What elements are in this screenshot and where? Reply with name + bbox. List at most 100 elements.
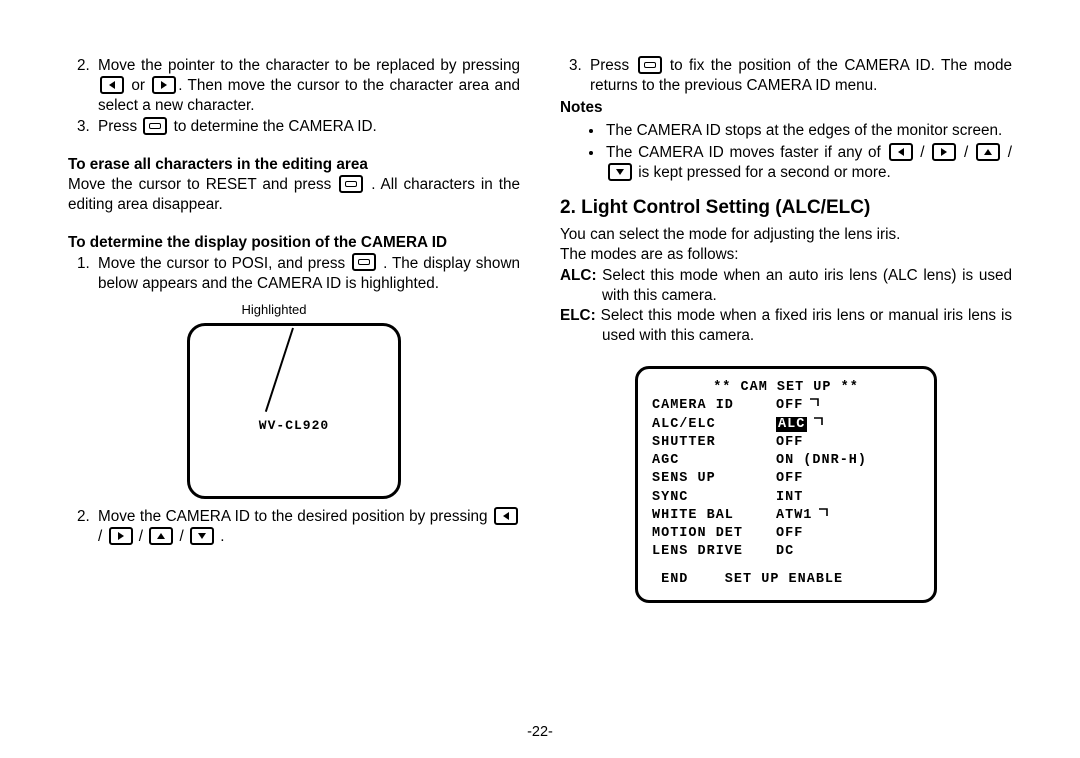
set-button-icon [638, 56, 662, 74]
right-arrow-icon [932, 143, 956, 161]
left-arrow-icon [494, 507, 518, 525]
set-button-icon [143, 117, 167, 135]
posi-item-1: Move the cursor to POSI, and press . The… [94, 254, 520, 294]
alc-definition: ALC: Select this mode when an auto iris … [560, 266, 1012, 306]
setup-row-label: SHUTTER [652, 434, 776, 452]
notes-list: The CAMERA ID stops at the edges of the … [560, 121, 1012, 184]
setup-row: WHITE BALATW1 [652, 507, 920, 525]
monitor-outline-icon: WV-CL920 [187, 323, 401, 499]
submenu-hook-icon [809, 397, 821, 415]
setup-row-label: SENS UP [652, 470, 776, 488]
text: Move the cursor to RESET and press [68, 176, 337, 193]
right-arrow-icon [152, 76, 176, 94]
set-button-icon [352, 253, 376, 271]
setup-row-value: INT [776, 489, 803, 507]
setup-row-value: ALC [776, 416, 825, 434]
setup-row: AGCON (DNR-H) [652, 452, 920, 470]
left-column: Move the pointer to the character to be … [68, 56, 520, 603]
note-1: The CAMERA ID stops at the edges of the … [604, 121, 1012, 141]
setup-row: LENS DRIVEDC [652, 543, 920, 561]
posi-figure: Highlighted WV-CL920 [68, 302, 520, 499]
setup-row: SHUTTEROFF [652, 434, 920, 452]
elc-definition: ELC: Select this mode when a fixed iris … [560, 306, 1012, 346]
up-arrow-icon [976, 143, 1000, 161]
elc-label: ELC: [560, 307, 596, 324]
two-column-layout: Move the pointer to the character to be … [68, 56, 1012, 603]
setup-row-value: OFF [776, 434, 803, 452]
note-2: The CAMERA ID moves faster if any of / /… [604, 143, 1012, 183]
text: The CAMERA ID moves faster if any of [606, 144, 887, 161]
notes-heading: Notes [560, 98, 1012, 118]
left-arrow-icon [889, 143, 913, 161]
setup-row-value: ATW1 [776, 507, 830, 525]
setup-row: SENS UPOFF [652, 470, 920, 488]
monitor-label: WV-CL920 [259, 418, 329, 433]
slash: / [958, 144, 974, 161]
right-item-3: Press to fix the position of the CAMERA … [586, 56, 1012, 96]
left-item-3: Press to determine the CAMERA ID. [94, 117, 520, 137]
up-arrow-icon [149, 527, 173, 545]
posi-heading: To determine the display position of the… [68, 233, 520, 253]
setup-row-label: LENS DRIVE [652, 543, 776, 561]
down-arrow-icon [190, 527, 214, 545]
posi-item-2: Move the CAMERA ID to the desired positi… [94, 507, 520, 547]
text: Move the pointer to the character to be … [98, 57, 520, 74]
left-item-2: Move the pointer to the character to be … [94, 56, 520, 117]
down-arrow-icon [608, 163, 632, 181]
page-number: -22- [0, 724, 1080, 740]
posi-list-2: Move the CAMERA ID to the desired positi… [68, 507, 520, 547]
setup-row-value: ON (DNR-H) [776, 452, 867, 470]
setup-row: SYNCINT [652, 489, 920, 507]
setup-row-label: CAMERA ID [652, 397, 776, 415]
elc-text: Select this mode when a fixed iris lens … [596, 307, 1012, 344]
slash: / [98, 528, 107, 545]
left-list-continued: Move the pointer to the character to be … [68, 56, 520, 137]
erase-text: Move the cursor to RESET and press . All… [68, 175, 520, 215]
text: to determine the CAMERA ID. [174, 118, 377, 135]
slash: / [175, 528, 188, 545]
setup-row-label: MOTION DET [652, 525, 776, 543]
right-column: Press to fix the position of the CAMERA … [560, 56, 1012, 603]
set-button-icon [339, 175, 363, 193]
setup-footer: END SET UP ENABLE [652, 571, 920, 589]
text: Move the cursor to POSI, and press [98, 255, 350, 272]
setup-row-value: OFF [776, 470, 803, 488]
slash: / [1002, 144, 1012, 161]
pointer-line-icon [265, 328, 294, 412]
text: Press [590, 57, 636, 74]
setup-row-label: SYNC [652, 489, 776, 507]
intro-2: The modes are as follows: [560, 245, 1012, 265]
setup-rows: CAMERA IDOFFALC/ELCALCSHUTTEROFFAGCON (D… [652, 397, 920, 561]
erase-heading: To erase all characters in the editing a… [68, 155, 520, 175]
alc-text: Select this mode when an auto iris lens … [597, 267, 1012, 304]
slash: / [135, 528, 148, 545]
cam-setup-menu: ** CAM SET UP ** CAMERA IDOFFALC/ELCALCS… [635, 366, 937, 602]
right-list-continued: Press to fix the position of the CAMERA … [560, 56, 1012, 96]
posi-list: Move the cursor to POSI, and press . The… [68, 254, 520, 294]
setup-row: CAMERA IDOFF [652, 397, 920, 415]
left-arrow-icon [100, 76, 124, 94]
setup-row-value: DC [776, 543, 794, 561]
text: is kept pressed for a second or more. [638, 164, 891, 181]
text: . [220, 528, 224, 545]
setup-row: MOTION DETOFF [652, 525, 920, 543]
setup-row: ALC/ELCALC [652, 416, 920, 434]
alc-label: ALC: [560, 267, 597, 284]
submenu-hook-icon [813, 416, 825, 434]
submenu-hook-icon [818, 507, 830, 525]
text: Press [98, 118, 141, 135]
section-2-heading: 2. Light Control Setting (ALC/ELC) [560, 197, 1012, 219]
intro-1: You can select the mode for adjusting th… [560, 225, 1012, 245]
text: or [131, 77, 145, 94]
setup-row-label: ALC/ELC [652, 416, 776, 434]
setup-row-label: AGC [652, 452, 776, 470]
setup-title: ** CAM SET UP ** [652, 379, 920, 397]
manual-page: Move the pointer to the character to be … [0, 0, 1080, 758]
right-arrow-icon [109, 527, 133, 545]
text: Move the CAMERA ID to the desired positi… [98, 508, 492, 525]
slash: / [915, 144, 925, 161]
setup-row-value: OFF [776, 525, 803, 543]
setup-row-value: OFF [776, 397, 821, 415]
figure-caption: Highlighted [241, 302, 306, 317]
setup-row-label: WHITE BAL [652, 507, 776, 525]
